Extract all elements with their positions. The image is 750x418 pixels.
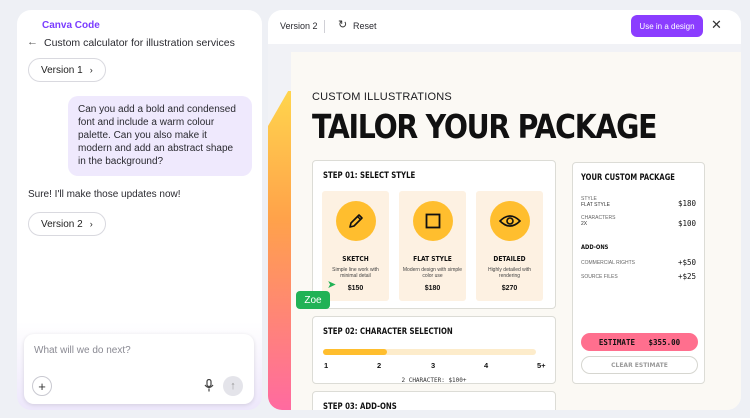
slider-tick: 5+ [537, 361, 546, 370]
version-2-chip[interactable]: Version 2 › [28, 212, 106, 236]
page-title: TAILOR YOUR PACKAGE [312, 107, 657, 146]
style-name: FLAT STYLE [413, 255, 452, 263]
style-value: FLAT STYLE [581, 202, 610, 208]
reset-button[interactable]: Reset [353, 21, 377, 31]
calculator-page: CUSTOM ILLUSTRATIONS TAILOR YOUR PACKAGE… [291, 52, 741, 410]
close-icon[interactable]: ✕ [711, 17, 722, 33]
slider-tick: 4 [484, 361, 489, 370]
preview-toolbar: Version 2 ↻ Reset Use in a design ✕ [268, 10, 741, 44]
character-price-note: 2 CHARACTER: $100+ [401, 377, 467, 384]
decorative-gradient-stripe [268, 91, 291, 410]
pencil-icon [336, 201, 376, 241]
assistant-reply: Sure! I'll make those updates now! [28, 189, 181, 200]
style-name: DETAILED [493, 255, 526, 263]
user-message: Can you add a bold and condensed font an… [68, 96, 252, 176]
chat-panel: Canva Code ← Custom calculator for illus… [17, 10, 262, 410]
style-price: $180 [424, 285, 441, 292]
character-slider-fill [323, 349, 387, 355]
version-1-label: Version 1 [41, 64, 83, 76]
step-2-section: STEP 02: CHARACTER SELECTION 1 2 3 4 5+ … [312, 316, 556, 384]
plus-icon[interactable]: + [32, 376, 52, 396]
style-price: $180 [677, 199, 696, 208]
send-icon[interactable]: ↑ [223, 376, 243, 396]
style-description: Modern design with simple color use [402, 267, 463, 279]
microphone-icon[interactable] [204, 378, 214, 395]
addons-title: ADD-ONS [581, 243, 609, 251]
eye-icon [490, 201, 530, 241]
package-summary: YOUR CUSTOM PACKAGE STYLE FLAT STYLE $18… [572, 162, 705, 384]
style-description: Highly detailed with rendering [487, 267, 532, 279]
step-1-section: STEP 01: SELECT STYLE SKETCH Simple line… [312, 160, 556, 309]
chevron-right-icon: › [89, 65, 93, 75]
characters-price: $100 [677, 219, 696, 228]
addon-price: +$50 [677, 258, 696, 267]
composer[interactable]: What will we do next? + ↑ [24, 334, 254, 404]
slider-tick: 1 [324, 361, 329, 370]
decorative-notch [268, 86, 291, 126]
slider-tick: 3 [431, 361, 436, 370]
preview-panel: Version 2 ↻ Reset Use in a design ✕ CUST… [268, 10, 741, 410]
project-title: Custom calculator for illustration servi… [44, 37, 235, 49]
composer-input[interactable]: What will we do next? [34, 345, 131, 356]
brand-name: Canva Code [42, 20, 100, 31]
preview-canvas: CUSTOM ILLUSTRATIONS TAILOR YOUR PACKAGE… [268, 44, 741, 410]
style-card-detailed[interactable]: DETAILED Highly detailed with rendering … [476, 191, 543, 301]
version-2-label: Version 2 [41, 218, 83, 230]
step-3-section: STEP 03: ADD-ONS [312, 391, 556, 410]
style-label: STYLE FLAT STYLE [581, 196, 610, 208]
step-1-title: STEP 01: SELECT STYLE [323, 171, 416, 181]
addon-price: +$25 [677, 272, 696, 281]
addon-label: SOURCE FILES [581, 274, 618, 280]
chevron-right-icon: › [89, 219, 93, 229]
estimate-button[interactable]: ESTIMATE $355.00 [581, 333, 698, 351]
square-icon [413, 201, 453, 241]
slider-tick: 2 [377, 361, 382, 370]
version-1-chip[interactable]: Version 1 › [28, 58, 106, 82]
character-slider[interactable] [323, 349, 536, 355]
package-title: YOUR CUSTOM PACKAGE [581, 173, 675, 183]
style-card-flat[interactable]: FLAT STYLE Modern design with simple col… [399, 191, 466, 301]
page-eyebrow: CUSTOM ILLUSTRATIONS [312, 91, 452, 103]
cursor-icon: ➤ [327, 279, 337, 291]
use-in-design-button[interactable]: Use in a design [631, 15, 703, 37]
step-2-title: STEP 02: CHARACTER SELECTION [323, 327, 453, 337]
step-3-title: STEP 03: ADD-ONS [323, 402, 397, 410]
version-label: Version 2 [280, 21, 318, 31]
style-name: SKETCH [342, 255, 369, 263]
arrow-left-icon[interactable]: ← [27, 36, 38, 48]
clear-estimate-button[interactable]: CLEAR ESTIMATE [581, 356, 698, 374]
collaborator-badge: Zoe [296, 291, 330, 309]
reset-icon[interactable]: ↻ [338, 18, 347, 31]
style-price: $270 [501, 285, 518, 292]
addon-label: COMMERCIAL RIGHTS [581, 260, 635, 266]
characters-label: CHARACTERS 2X [581, 215, 616, 227]
toolbar-divider [324, 20, 325, 33]
characters-value: 2X [581, 221, 588, 227]
